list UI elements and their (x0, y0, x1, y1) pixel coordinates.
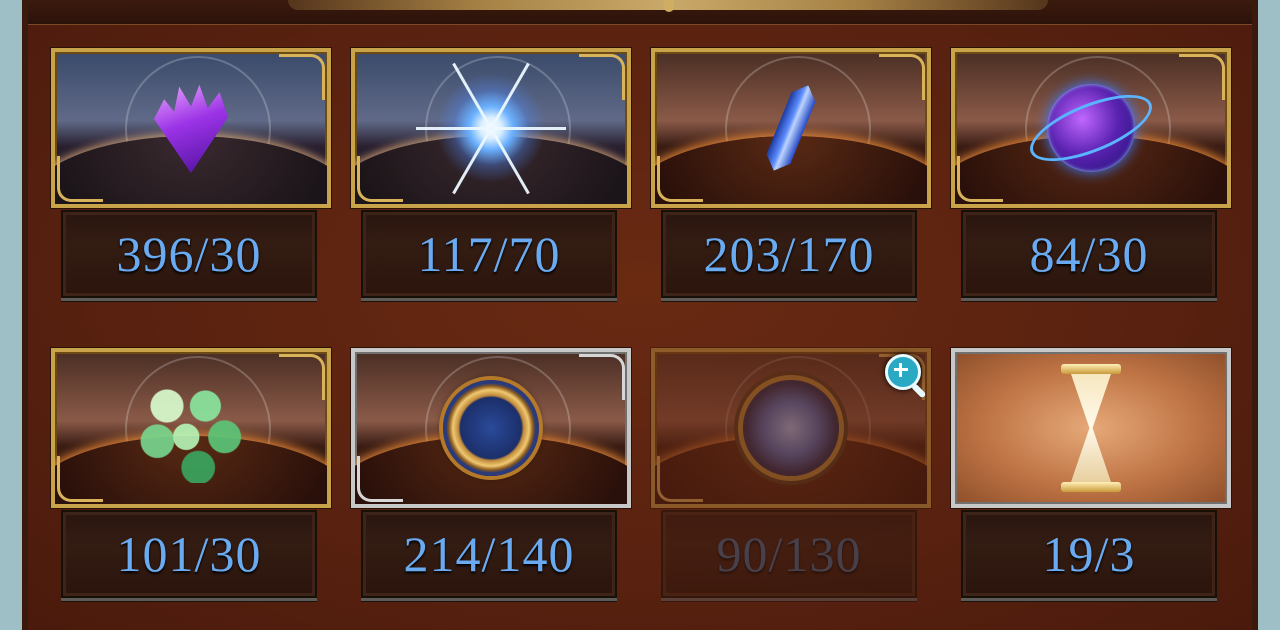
item-card[interactable] (951, 48, 1231, 208)
medallion-icon (443, 380, 539, 476)
item-slot-starlight-burst[interactable]: 117/70 (351, 48, 631, 308)
item-slot-cosmic-orb[interactable]: 84/30 (951, 48, 1231, 308)
frame-corner (657, 456, 703, 502)
compass-icon (743, 380, 839, 476)
item-slot-hex-fragment[interactable]: 101/30 (51, 348, 331, 608)
frame-corner (1179, 54, 1225, 100)
item-card[interactable] (351, 348, 631, 508)
hex-icon (131, 373, 251, 483)
zoom-in-icon[interactable] (881, 350, 929, 399)
frame-corner (279, 54, 325, 100)
item-count: 214/140 (403, 526, 575, 582)
star-icon (416, 62, 566, 195)
count-plate: 396/30 (61, 210, 317, 298)
item-slot-golden-hourglass[interactable]: 19/3 (951, 348, 1231, 608)
frame-corner (357, 156, 403, 202)
item-card[interactable] (651, 48, 931, 208)
frame-corner (957, 156, 1003, 202)
panel-top-rail (28, 0, 1252, 25)
frame-corner (357, 456, 403, 502)
count-plate: 117/70 (361, 210, 617, 298)
top-ornament-knob (664, 0, 674, 12)
hourglass-icon (1061, 364, 1121, 492)
item-slot-purple-crystal[interactable]: 396/30 (51, 48, 331, 308)
count-plate: 84/30 (961, 210, 1217, 298)
item-count: 117/70 (417, 226, 561, 282)
item-count: 101/30 (116, 526, 262, 582)
item-card[interactable] (351, 48, 631, 208)
count-plate: 101/30 (61, 510, 317, 598)
frame-corner (57, 156, 103, 202)
item-count: 203/170 (703, 226, 875, 282)
frame-corner (579, 354, 625, 400)
item-card[interactable] (51, 348, 331, 508)
hourglass-cap (1061, 364, 1121, 374)
item-slot-blue-gem[interactable]: 203/170 (651, 48, 931, 308)
item-card[interactable] (951, 348, 1231, 508)
hourglass-glass (1071, 374, 1111, 482)
item-slot-spiral-compass[interactable]: 90/130 (651, 348, 931, 608)
item-count: 90/130 (716, 526, 862, 582)
count-plate: 90/130 (661, 510, 917, 598)
count-plate: 19/3 (961, 510, 1217, 598)
frame-corner (57, 456, 103, 502)
count-plate: 203/170 (661, 210, 917, 298)
frame-corner (657, 156, 703, 202)
hourglass-cap (1061, 482, 1121, 492)
item-count: 84/30 (1029, 226, 1149, 282)
item-slot-golden-medallion[interactable]: 214/140 (351, 348, 631, 608)
item-count: 19/3 (1042, 526, 1136, 582)
frame-corner (879, 54, 925, 100)
count-plate: 214/140 (361, 510, 617, 598)
frame-corner (279, 354, 325, 400)
frame-corner (579, 54, 625, 100)
zoom-plus (899, 363, 902, 377)
item-count: 396/30 (116, 226, 262, 282)
zoom-handle (910, 382, 927, 399)
item-card[interactable] (51, 48, 331, 208)
